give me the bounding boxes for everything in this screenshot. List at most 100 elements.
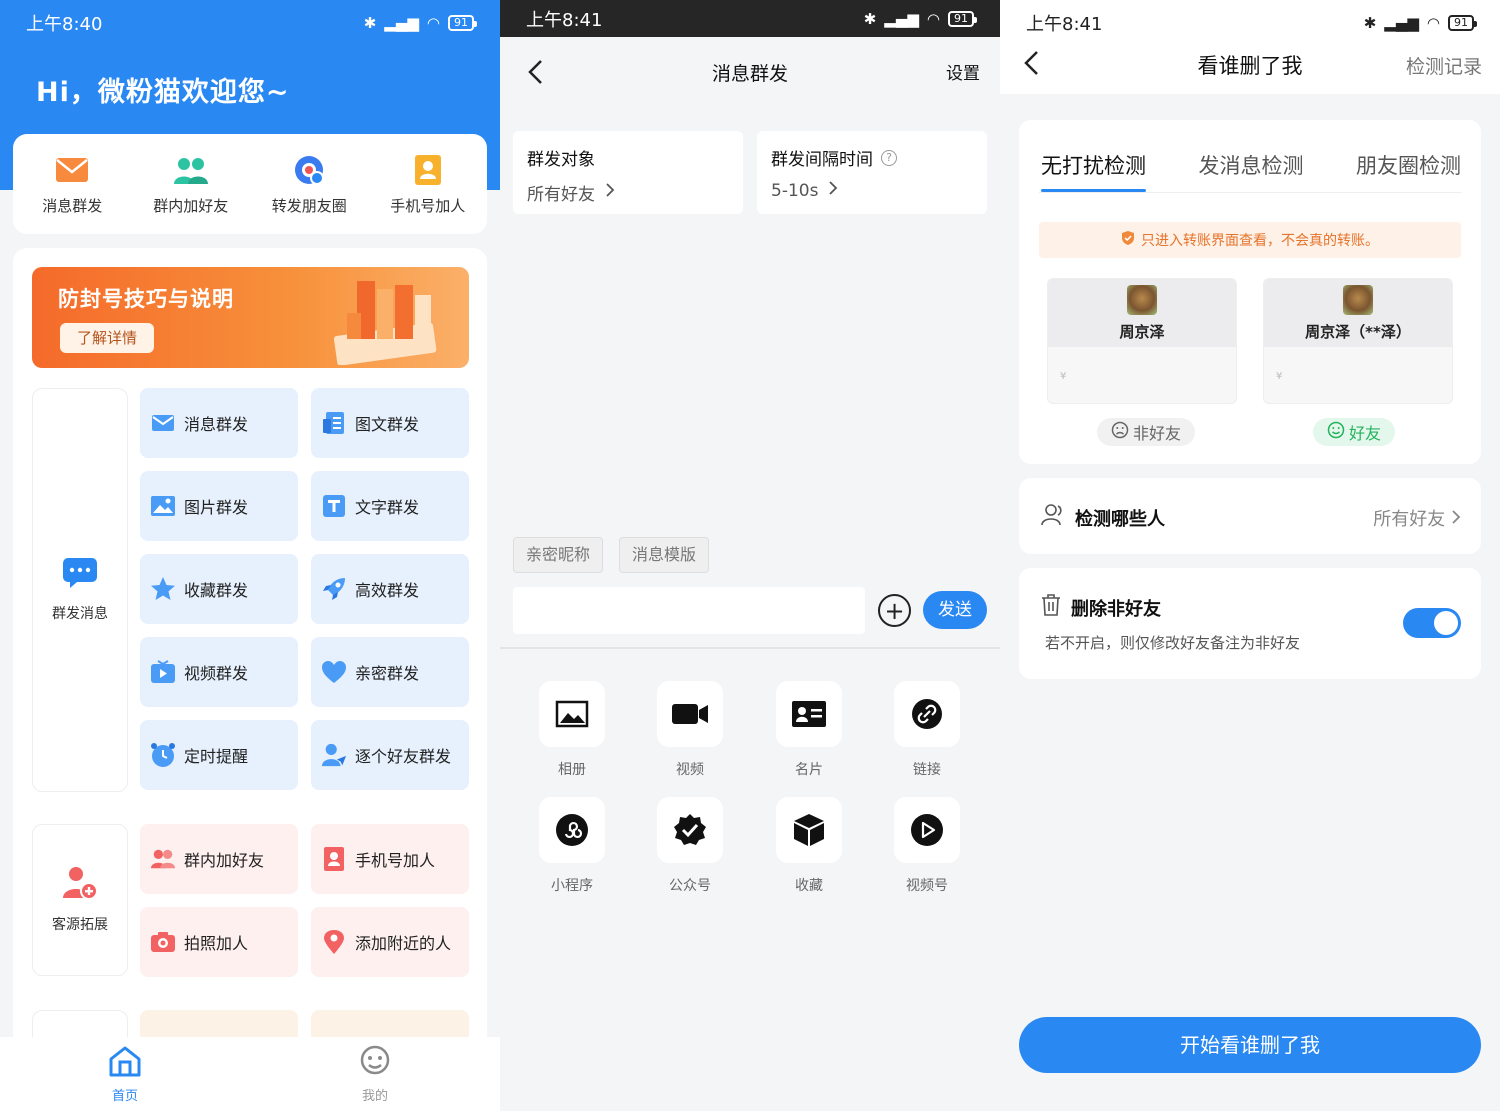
target-value: 所有好友 [527,185,595,205]
tile-video-broadcast[interactable]: 视频群发 [140,637,298,707]
banner-title: 防封号技巧与说明 [58,287,234,311]
tab-moments-detect[interactable]: 朋友圈检测 [1356,150,1461,192]
tool-album[interactable]: 相册 [527,681,617,779]
tool-label: 视频号 [906,878,948,894]
chip-message-template[interactable]: 消息模版 [619,537,710,573]
tool-favorites[interactable]: 收藏 [764,797,854,895]
bluetooth-icon: ✱ [863,9,877,28]
tile-message-broadcast[interactable]: 消息群发 [140,388,298,458]
signal-icon: ▂▄▆ [384,14,419,32]
tile-text-broadcast[interactable]: 文字群发 [311,471,469,541]
tool-video[interactable]: 视频 [645,681,735,779]
settings-button[interactable]: 设置 [946,59,980,84]
star-icon [150,576,176,602]
cube-icon [776,797,842,863]
location-pin-icon [321,929,347,955]
tool-official-account[interactable]: 公众号 [645,797,735,895]
yuan-icon: ¥ [1276,371,1283,382]
contact-name: 周京泽（**泽） [1305,322,1411,341]
contact-header: 周京泽（**泽） [1264,279,1452,347]
tile-image-text-broadcast[interactable]: 图文群发 [311,388,469,458]
home-icon [108,1045,142,1081]
tile-photo-add[interactable]: 拍照加人 [140,907,298,977]
target-selector[interactable]: 群发对象 所有好友 [513,131,743,214]
tile-phone-add[interactable]: 手机号加人 [311,824,469,894]
tile-label: 拍照加人 [184,934,249,953]
tile-efficient-broadcast[interactable]: 高效群发 [311,554,469,624]
tool-card[interactable]: 名片 [764,681,854,779]
notice-banner: 只进入转账界面查看，不会真的转账。 [1039,222,1461,258]
tile-label: 添加附近的人 [355,934,452,953]
interval-value-row: 5-10s [771,180,973,201]
tab-label: 首页 [111,1088,138,1104]
quick-group-add-friends[interactable]: 群内加好友 [136,153,246,216]
alarm-clock-icon [150,742,176,768]
records-button[interactable]: 检测记录 [1406,52,1482,79]
quick-message-broadcast[interactable]: 消息群发 [17,153,127,216]
tool-mini-program[interactable]: 小程序 [527,797,617,895]
tool-label: 收藏 [795,878,823,894]
group-customer-side[interactable]: 客源拓展 [32,824,128,976]
status-icons: ✱ ▂▄▆ ◠ 91 [364,14,477,32]
tool-channels[interactable]: 视频号 [882,797,972,895]
battery-icon: 91 [448,15,477,31]
signal-icon: ▂▄▆ [1384,14,1419,32]
delete-toggle[interactable] [1403,608,1461,638]
banner-details-button[interactable]: 了解详情 [60,323,154,353]
group-users-icon [173,153,209,187]
tile-timed-reminder[interactable]: 定时提醒 [140,720,298,790]
tile-favorites-broadcast[interactable]: 收藏群发 [140,554,298,624]
play-icon [894,797,960,863]
contact-card: 周京泽 ¥ [1047,278,1237,404]
tile-label: 消息群发 [184,415,249,434]
page-title: 消息群发 [711,62,788,85]
trash-icon [1041,594,1061,621]
who-to-detect-row[interactable]: 检测哪些人 所有好友 [1019,478,1481,554]
chip-intimate-nickname[interactable]: 亲密昵称 [513,537,604,573]
user-outline-icon [1041,504,1065,531]
tile-label: 群内加好友 [184,851,265,870]
tile-image-broadcast[interactable]: 图片群发 [140,471,298,541]
quick-label: 手机号加人 [390,196,466,215]
who-value: 所有好友 [1373,509,1446,530]
quick-label: 消息群发 [42,196,103,215]
user-add-icon [62,866,98,904]
status-icons: ✱ ▂▄▆ ◠ 91 [1364,14,1477,32]
notice-text: 只进入转账界面查看，不会真的转账。 [1141,233,1379,249]
send-button[interactable]: 发送 [923,591,987,629]
group-broadcast-side[interactable]: 群发消息 [32,388,128,792]
start-detect-button[interactable]: 开始看谁删了我 [1019,1017,1481,1073]
tile-one-by-one-broadcast[interactable]: 逐个好友群发 [311,720,469,790]
help-icon[interactable]: ? [881,149,897,166]
tile-group-add-friends[interactable]: 群内加好友 [140,824,298,894]
camera-icon [150,929,176,955]
tab-silent-detect[interactable]: 无打扰检测 [1041,150,1146,192]
tile-intimate-broadcast[interactable]: 亲密群发 [311,637,469,707]
detect-card: 无打扰检测 发消息检测 朋友圈检测 只进入转账界面查看，不会真的转账。 周京泽 … [1019,120,1481,464]
group-label: 群发消息 [52,606,108,622]
tab-home[interactable]: 首页 [65,1045,185,1104]
message-input[interactable] [513,587,865,634]
quick-phone-add[interactable]: 手机号加人 [373,153,483,216]
quick-forward-moments[interactable]: 转发朋友圈 [254,153,364,216]
delete-non-friends-row: 删除非好友 若不开启，则仅修改好友备注为非好友 [1019,568,1481,679]
plus-icon[interactable]: + [878,594,911,627]
tile-label: 定时提醒 [184,747,249,766]
back-arrow-icon[interactable] [522,57,552,87]
wifi-icon: ◠ [426,14,440,32]
chat-bubble-icon [62,557,98,593]
delete-subtitle: 若不开启，则仅修改好友备注为非好友 [1045,634,1301,652]
status-bar: 上午8:40 ✱ ▂▄▆ ◠ 91 [0,0,500,46]
yuan-icon: ¥ [1060,371,1067,382]
tile-nearby-add[interactable]: 添加附近的人 [311,907,469,977]
tv-play-icon [150,659,176,685]
interval-label: 群发间隔时间 [771,150,873,170]
interval-selector[interactable]: 群发间隔时间 ? 5-10s [757,131,987,214]
tool-link[interactable]: 链接 [882,681,972,779]
detect-tabs: 无打扰检测 发消息检测 朋友圈检测 [1041,150,1461,192]
anti-ban-banner[interactable]: 防封号技巧与说明 了解详情 [32,267,469,368]
tile-label: 逐个好友群发 [355,747,452,766]
tab-mine[interactable]: 我的 [315,1045,435,1104]
moments-camera-icon [291,153,327,187]
tab-message-detect[interactable]: 发消息检测 [1199,150,1304,192]
